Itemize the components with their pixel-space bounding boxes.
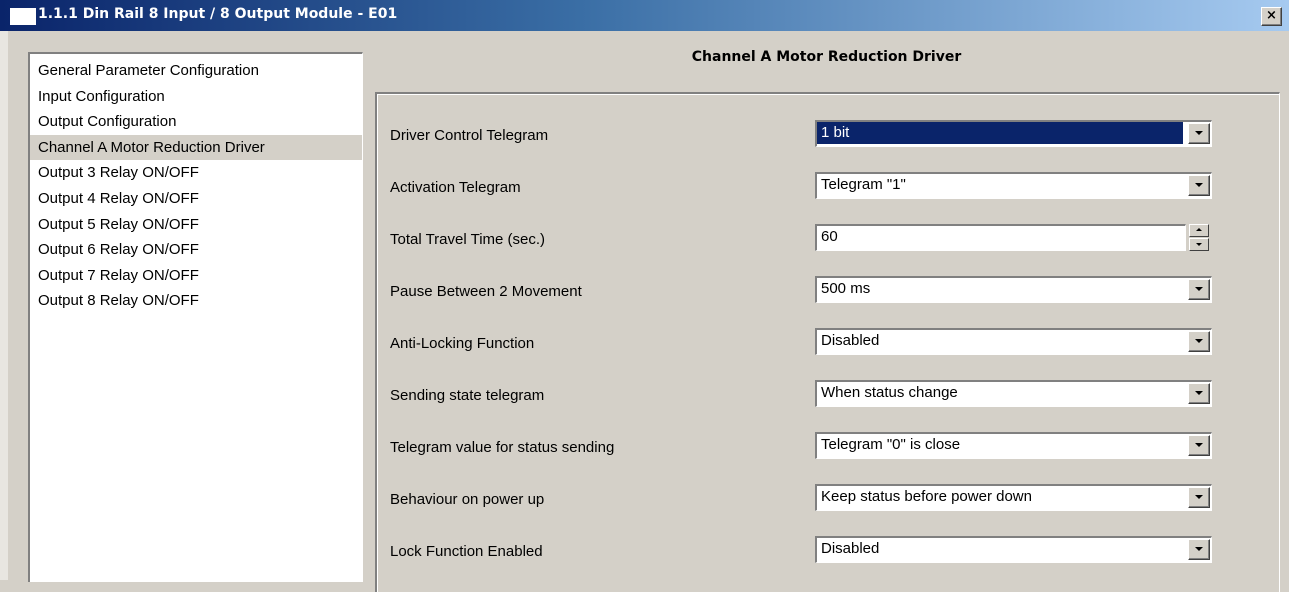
nav-item-output-3-relay[interactable]: Output 3 Relay ON/OFF xyxy=(30,160,362,186)
param-row-sending-state-telegram: Sending state telegram When status chang… xyxy=(377,380,1277,410)
driver-control-telegram-select[interactable]: 1 bit xyxy=(815,120,1212,147)
anti-locking-function-label: Anti-Locking Function xyxy=(390,335,535,352)
nav-item-output-4-relay[interactable]: Output 4 Relay ON/OFF xyxy=(30,186,362,212)
total-travel-time-label: Total Travel Time (sec.) xyxy=(390,231,546,248)
param-row-pause-between-movement: Pause Between 2 Movement 500 ms xyxy=(377,276,1277,306)
param-row-total-travel-time: Total Travel Time (sec.) 60 xyxy=(377,224,1277,254)
nav-item-output-5-relay[interactable]: Output 5 Relay ON/OFF xyxy=(30,212,362,238)
activation-telegram-label: Activation Telegram xyxy=(390,179,521,196)
sending-state-telegram-select[interactable]: When status change xyxy=(815,380,1212,407)
pause-between-movement-label: Pause Between 2 Movement xyxy=(390,283,582,300)
nav-item-general-parameter-configuration[interactable]: General Parameter Configuration xyxy=(30,58,362,84)
nav-list: General Parameter Configuration Input Co… xyxy=(30,54,362,314)
nav-item-output-6-relay[interactable]: Output 6 Relay ON/OFF xyxy=(30,237,362,263)
title-bar: 1.1.1 Din Rail 8 Input / 8 Output Module… xyxy=(0,0,1289,31)
window-icon xyxy=(10,8,36,25)
param-row-telegram-value-status: Telegram value for status sending Telegr… xyxy=(377,432,1277,462)
driver-control-telegram-label: Driver Control Telegram xyxy=(390,127,549,144)
parameter-group: Driver Control Telegram 1 bit Activation… xyxy=(375,92,1280,592)
activation-telegram-select[interactable]: Telegram "1" xyxy=(815,172,1212,199)
nav-item-output-configuration[interactable]: Output Configuration xyxy=(30,109,362,135)
telegram-value-status-select[interactable]: Telegram "0" is close xyxy=(815,432,1212,459)
nav-item-channel-a-motor-reduction-driver[interactable]: Channel A Motor Reduction Driver xyxy=(30,134,362,161)
nav-panel: General Parameter Configuration Input Co… xyxy=(28,52,363,582)
total-travel-time-input[interactable]: 60 xyxy=(815,224,1186,251)
chevron-down-icon[interactable] xyxy=(1188,279,1210,300)
lock-function-select[interactable]: Disabled xyxy=(815,536,1212,563)
pause-between-movement-select[interactable]: 500 ms xyxy=(815,276,1212,303)
chevron-down-icon[interactable] xyxy=(1188,383,1210,404)
anti-locking-function-value: Disabled xyxy=(821,332,880,349)
chevron-down-icon[interactable] xyxy=(1188,487,1210,508)
param-row-anti-locking-function: Anti-Locking Function Disabled xyxy=(377,328,1277,358)
nav-item-output-7-relay[interactable]: Output 7 Relay ON/OFF xyxy=(30,263,362,289)
lock-function-label: Lock Function Enabled xyxy=(390,543,543,560)
chevron-down-icon[interactable] xyxy=(1188,331,1210,352)
behaviour-power-up-select[interactable]: Keep status before power down xyxy=(815,484,1212,511)
telegram-value-status-value: Telegram "0" is close xyxy=(821,436,961,453)
param-row-driver-control-telegram: Driver Control Telegram 1 bit xyxy=(377,120,1277,150)
nav-item-output-8-relay[interactable]: Output 8 Relay ON/OFF xyxy=(30,288,362,314)
left-edge-strip xyxy=(0,31,8,580)
chevron-down-icon[interactable] xyxy=(1188,123,1210,144)
chevron-down-icon[interactable] xyxy=(1188,539,1210,560)
param-row-behaviour-power-up: Behaviour on power up Keep status before… xyxy=(377,484,1277,514)
section-title: Channel A Motor Reduction Driver xyxy=(691,49,962,65)
lock-function-value: Disabled xyxy=(821,540,880,557)
window-title: 1.1.1 Din Rail 8 Input / 8 Output Module… xyxy=(38,6,398,22)
param-row-lock-function: Lock Function Enabled Disabled xyxy=(377,536,1277,566)
telegram-value-status-label: Telegram value for status sending xyxy=(390,439,615,456)
anti-locking-function-select[interactable]: Disabled xyxy=(815,328,1212,355)
chevron-down-icon[interactable] xyxy=(1188,175,1210,196)
sending-state-telegram-value: When status change xyxy=(821,384,958,401)
nav-item-input-configuration[interactable]: Input Configuration xyxy=(30,84,362,110)
total-travel-time-stepper: 60 xyxy=(815,224,1212,251)
chevron-down-icon[interactable] xyxy=(1188,435,1210,456)
behaviour-power-up-label: Behaviour on power up xyxy=(390,491,545,508)
sending-state-telegram-label: Sending state telegram xyxy=(390,387,545,404)
driver-control-telegram-value: 1 bit xyxy=(817,122,1183,144)
arrow-down-icon[interactable] xyxy=(1189,238,1209,251)
close-button[interactable]: × xyxy=(1261,7,1282,26)
activation-telegram-value: Telegram "1" xyxy=(821,176,906,193)
param-row-activation-telegram: Activation Telegram Telegram "1" xyxy=(377,172,1277,202)
arrow-up-icon[interactable] xyxy=(1189,224,1209,237)
pause-between-movement-value: 500 ms xyxy=(821,280,871,297)
behaviour-power-up-value: Keep status before power down xyxy=(821,488,1032,505)
